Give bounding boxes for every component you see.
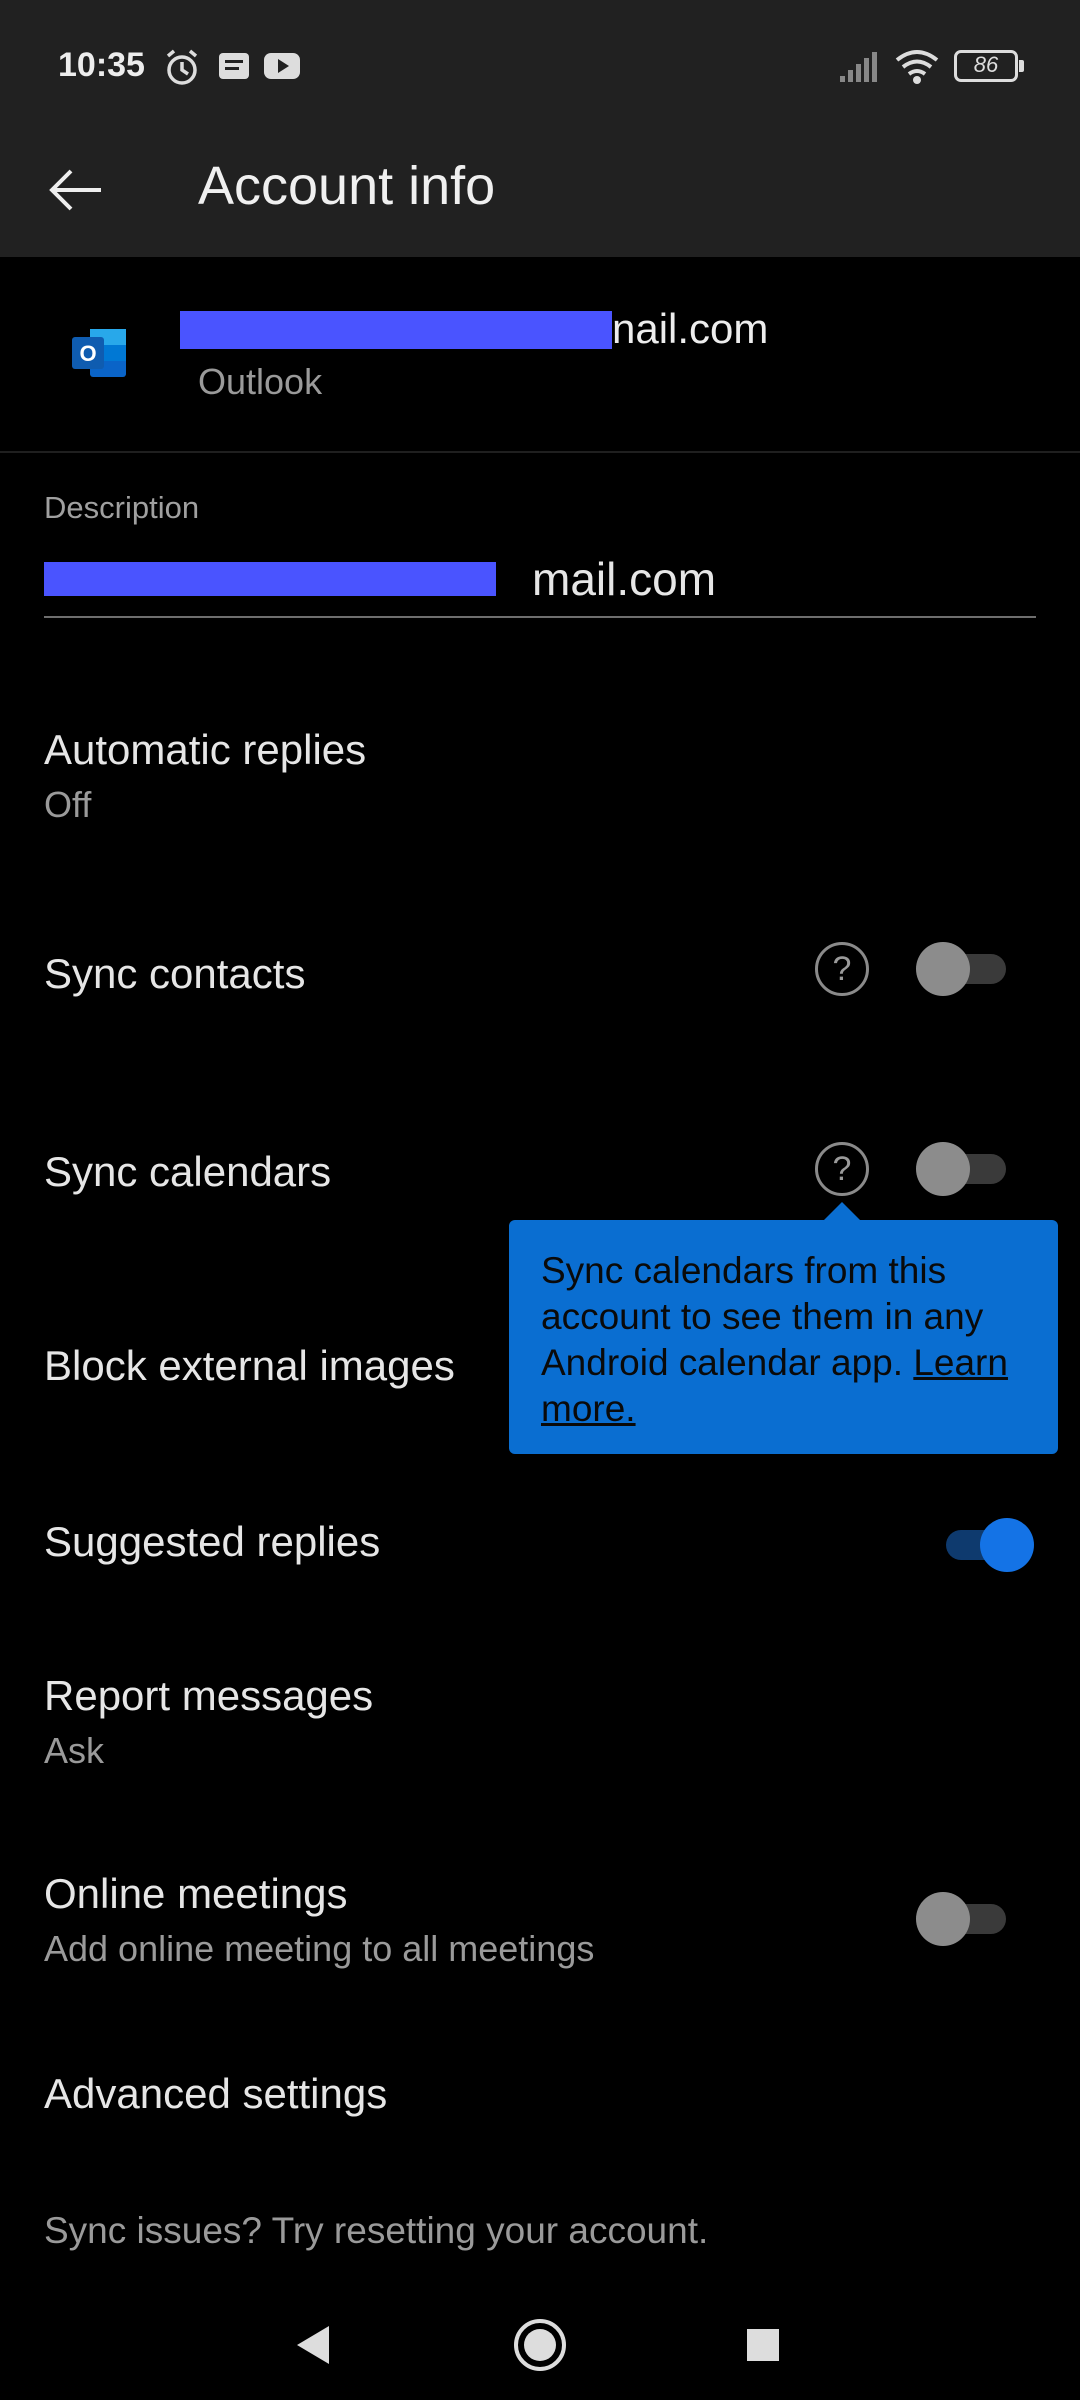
nav-recents-button[interactable] xyxy=(728,2310,798,2380)
setting-report-messages[interactable]: Report messages Ask xyxy=(0,1670,1080,1790)
setting-automatic-replies[interactable]: Automatic replies Off xyxy=(0,720,1080,840)
description-input[interactable]: mail.com xyxy=(44,548,1036,618)
suggested-replies-toggle[interactable] xyxy=(936,1518,1034,1572)
reset-account-link[interactable]: Sync issues? Try resetting your account. xyxy=(44,2210,708,2252)
wifi-icon xyxy=(895,50,939,84)
page-title: Account info xyxy=(198,156,496,216)
redacted-description-mask xyxy=(44,562,496,596)
battery-level: 86 xyxy=(973,52,999,77)
outlook-logo-icon: O xyxy=(72,329,126,377)
arrow-left-icon xyxy=(49,169,101,211)
setting-title: Report messages xyxy=(44,1672,374,1719)
app-bar: Account info xyxy=(0,130,1080,257)
toggle-knob xyxy=(916,942,970,996)
status-bar: 10:35 86 xyxy=(0,0,1080,130)
description-value: mail.com xyxy=(532,553,717,605)
sync-calendars-tooltip[interactable]: Sync calendars from this account to see … xyxy=(509,1220,1058,1454)
toggle-knob xyxy=(916,1142,970,1196)
nav-home-button[interactable] xyxy=(505,2310,575,2380)
youtube-icon xyxy=(264,53,300,79)
description-label: Description xyxy=(44,490,200,525)
setting-sync-contacts: Sync contacts ? xyxy=(0,920,1080,1020)
setting-suggested-replies: Suggested replies xyxy=(0,1494,1080,1594)
status-time: 10:35 xyxy=(58,46,145,84)
setting-title: Sync contacts xyxy=(44,950,306,997)
setting-title: Automatic replies xyxy=(44,726,367,773)
home-circle-icon xyxy=(514,2319,566,2371)
outlook-logo-letter: O xyxy=(79,341,96,366)
setting-title: Suggested replies xyxy=(44,1518,381,1565)
setting-title: Block external images xyxy=(44,1342,455,1389)
help-icon[interactable]: ? xyxy=(815,1142,869,1196)
account-header: O nail.com Outlook xyxy=(0,257,1080,453)
help-icon[interactable]: ? xyxy=(815,942,869,996)
setting-sync-calendars: Sync calendars ? xyxy=(0,1118,1080,1218)
toggle-knob xyxy=(916,1892,970,1946)
redacted-email-mask xyxy=(180,311,612,349)
sync-calendars-toggle[interactable] xyxy=(916,1142,1008,1196)
back-triangle-icon xyxy=(297,2326,329,2364)
account-type: Outlook xyxy=(198,361,323,402)
notes-icon xyxy=(219,53,249,79)
setting-subtitle: Off xyxy=(44,784,92,825)
system-nav-bar xyxy=(0,2290,1080,2400)
tooltip-arrow xyxy=(822,1202,862,1222)
setting-title: Online meetings xyxy=(44,1870,348,1917)
signal-icon xyxy=(840,52,877,82)
setting-title: Sync calendars xyxy=(44,1148,332,1195)
battery-icon: 86 xyxy=(954,50,1024,82)
account-email: nail.com xyxy=(612,305,769,352)
sync-contacts-toggle[interactable] xyxy=(916,942,1008,996)
recents-square-icon xyxy=(747,2329,779,2361)
setting-subtitle: Add online meeting to all meetings xyxy=(44,1928,595,1969)
back-button[interactable] xyxy=(36,150,116,230)
setting-subtitle: Ask xyxy=(44,1730,105,1771)
setting-title: Advanced settings xyxy=(44,2070,388,2117)
setting-online-meetings: Online meetings Add online meeting to al… xyxy=(0,1866,1080,1986)
alarm-icon xyxy=(166,49,198,85)
online-meetings-toggle[interactable] xyxy=(916,1892,1008,1946)
nav-back-button[interactable] xyxy=(278,2310,348,2380)
setting-advanced-settings[interactable]: Advanced settings xyxy=(0,2068,1080,2158)
toggle-knob xyxy=(980,1518,1034,1572)
